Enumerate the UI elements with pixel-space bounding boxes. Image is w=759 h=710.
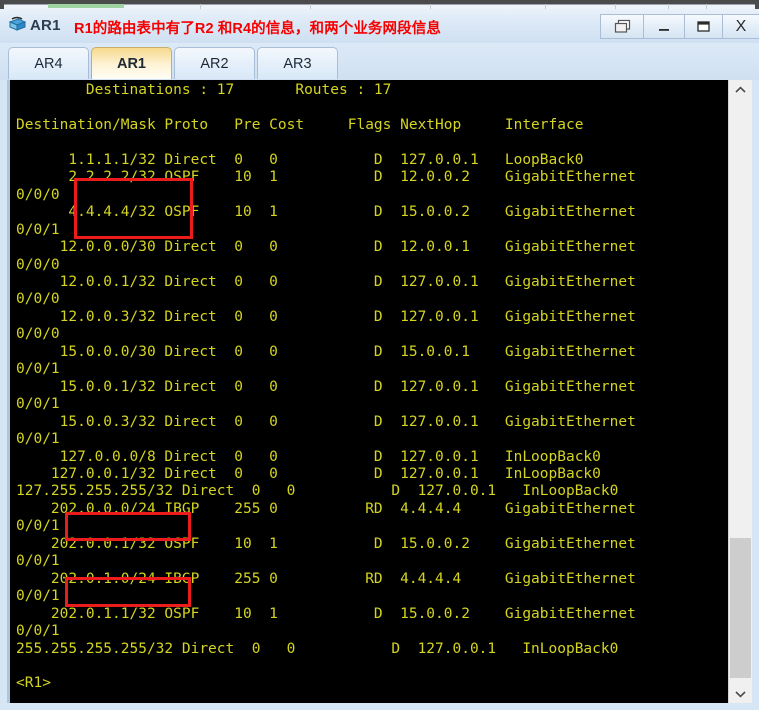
routing-table-text: Destinations : 17 Routes : 17 Destinatio…	[16, 82, 636, 692]
close-icon: X	[735, 17, 747, 35]
tab-ar2[interactable]: AR2	[174, 47, 255, 79]
background-green-marker	[48, 4, 124, 8]
window-title: AR1	[30, 17, 61, 34]
router-cli-window: AR1 R1的路由表中有了R2 和R4的信息，和两个业务网段信息 X AR4 A…	[0, 9, 759, 710]
terminal-scrollbar[interactable]	[728, 80, 752, 703]
restore-button[interactable]	[600, 14, 644, 39]
maximize-button[interactable]	[685, 14, 723, 39]
tab-ar4[interactable]: AR4	[8, 47, 89, 79]
scrollbar-thumb[interactable]	[730, 538, 751, 678]
restore-icon	[601, 15, 643, 38]
tab-ar3[interactable]: AR3	[257, 47, 338, 79]
terminal-output-area[interactable]: Destinations : 17 Routes : 17 Destinatio…	[7, 80, 752, 703]
device-tabbar: AR4 AR1 AR2 AR3	[0, 43, 759, 80]
scroll-down-arrow[interactable]	[729, 684, 752, 703]
maximize-icon	[685, 15, 722, 38]
minimize-button[interactable]	[644, 14, 685, 39]
annotation-text: R1的路由表中有了R2 和R4的信息，和两个业务网段信息	[74, 21, 441, 37]
tab-ar1[interactable]: AR1	[91, 47, 172, 79]
scroll-up-arrow[interactable]	[729, 80, 752, 99]
terminal-scroll-viewport: Destinations : 17 Routes : 17 Destinatio…	[10, 80, 731, 703]
window-titlebar[interactable]: AR1 R1的路由表中有了R2 和R4的信息，和两个业务网段信息 X	[0, 9, 759, 44]
close-button[interactable]: X	[723, 14, 759, 39]
router-icon	[8, 16, 27, 35]
minimize-icon	[644, 15, 684, 38]
window-bottom-edge	[0, 703, 759, 710]
